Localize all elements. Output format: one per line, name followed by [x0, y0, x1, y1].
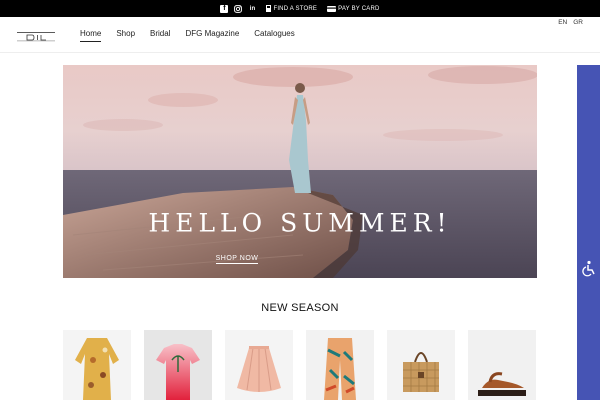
language-switcher: EN GR	[558, 19, 583, 26]
brand-logo[interactable]	[17, 27, 55, 42]
product-card[interactable]	[306, 330, 374, 400]
store-icon	[266, 5, 272, 12]
linkedin-icon[interactable]: in	[248, 5, 256, 13]
product-grid	[63, 330, 536, 400]
hero-title: HELLO SUMMER!	[148, 208, 452, 238]
pay-by-card-label: PAY BY CARD	[338, 5, 380, 12]
instagram-icon[interactable]	[234, 4, 243, 13]
top-utility-bar: f in FIND A STORE PAY BY CARD	[0, 0, 600, 17]
site-header: Home Shop Bridal DFG Magazine Catalogues…	[0, 17, 600, 53]
find-a-store-link[interactable]: FIND A STORE	[266, 5, 317, 12]
nav-dfg-magazine[interactable]: DFG Magazine	[185, 29, 239, 42]
product-card[interactable]	[63, 330, 131, 400]
pink-gradient-tshirt-image	[144, 330, 212, 400]
main-navigation: Home Shop Bridal DFG Magazine Catalogues	[80, 29, 295, 42]
nav-bridal[interactable]: Bridal	[150, 29, 170, 42]
product-card[interactable]	[225, 330, 293, 400]
facebook-icon[interactable]: f	[220, 4, 229, 13]
pay-by-card-link[interactable]: PAY BY CARD	[327, 5, 380, 12]
hero-cta-wrap: SHOP NOW	[0, 247, 474, 265]
page: f in FIND A STORE PAY BY CARD Home Shop …	[0, 0, 600, 400]
tan-leather-sandals-image	[468, 330, 536, 400]
lang-gr[interactable]: GR	[573, 19, 583, 26]
product-card[interactable]	[387, 330, 455, 400]
product-card[interactable]	[144, 330, 212, 400]
section-title: NEW SEASON	[261, 302, 339, 314]
floral-kaftan-dress-image	[63, 330, 131, 400]
nav-shop[interactable]: Shop	[116, 29, 135, 42]
pleated-blush-skirt-image	[225, 330, 293, 400]
nav-home[interactable]: Home	[80, 29, 102, 42]
product-card[interactable]	[468, 330, 536, 400]
accessibility-icon	[582, 260, 595, 277]
accessibility-widget[interactable]	[577, 65, 600, 400]
credit-card-icon	[327, 5, 337, 12]
lang-en[interactable]: EN	[558, 19, 567, 26]
printed-wide-trousers-image	[306, 330, 374, 400]
woven-basket-bag-image	[387, 330, 455, 400]
find-a-store-label: FIND A STORE	[273, 5, 318, 12]
nav-catalogues[interactable]: Catalogues	[254, 29, 294, 42]
shop-now-link[interactable]: SHOP NOW	[215, 255, 259, 264]
